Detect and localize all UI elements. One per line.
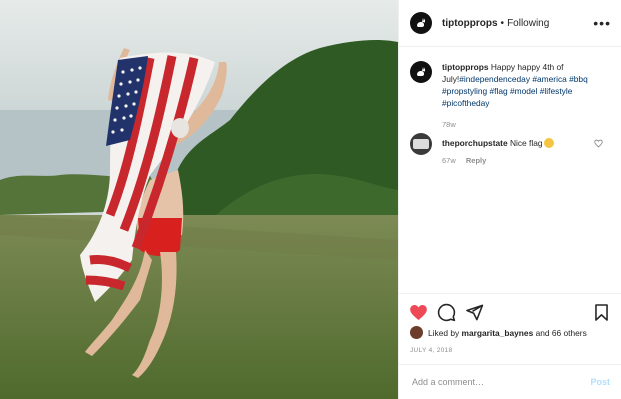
- add-comment-input[interactable]: [410, 376, 591, 388]
- save-button[interactable]: [592, 303, 611, 322]
- likes-others[interactable]: and 66 others: [536, 328, 587, 338]
- likes-prefix: Liked by: [428, 327, 460, 338]
- follow-status[interactable]: Following: [507, 18, 549, 29]
- photo-illustration: [0, 0, 398, 399]
- header-separator: •: [500, 17, 505, 29]
- comments-section: tiptopprops Happy happy 4th of July!#ind…: [399, 47, 621, 293]
- comment-item: theporchupstate Nice flag: [410, 133, 615, 155]
- comment-icon: [437, 303, 456, 321]
- paper-plane-icon: [466, 304, 484, 320]
- comment-text: Nice flag: [509, 138, 543, 148]
- post-date[interactable]: JULY 4, 2018: [410, 347, 452, 354]
- caption-avatar[interactable]: [410, 61, 432, 83]
- post-header: tiptopprops • Following •••: [399, 0, 621, 47]
- likes-summary: Liked by margarita_baynes and 66 others: [410, 326, 587, 339]
- caption: tiptopprops Happy happy 4th of July!#ind…: [410, 61, 610, 109]
- liker-username[interactable]: margarita_baynes: [462, 328, 534, 338]
- comment-timestamp[interactable]: 67w: [442, 156, 456, 165]
- post-comment-button[interactable]: Post: [590, 377, 610, 387]
- action-bar: [399, 294, 621, 330]
- reply-button[interactable]: Reply: [466, 156, 486, 165]
- bookmark-icon: [595, 303, 608, 321]
- rabbit-logo-icon: [417, 67, 425, 76]
- comment-text-block: theporchupstate Nice flag: [442, 137, 554, 155]
- caption-username[interactable]: tiptopprops: [442, 62, 489, 72]
- rabbit-logo-icon: [417, 18, 425, 27]
- commenter-avatar[interactable]: [410, 133, 432, 155]
- post-photo[interactable]: [0, 0, 398, 399]
- add-comment-bar: Post: [399, 364, 621, 399]
- caption-hashtags[interactable]: #independenceday #america #bbq #propstyl…: [442, 74, 588, 108]
- profile-avatar[interactable]: [410, 12, 432, 34]
- share-button[interactable]: [465, 303, 484, 322]
- like-button[interactable]: [409, 303, 428, 322]
- liker-avatar[interactable]: [410, 326, 423, 339]
- post-actions-area: Liked by margarita_baynes and 66 others …: [399, 293, 621, 354]
- comment-username[interactable]: theporchupstate: [442, 138, 508, 148]
- more-options-icon[interactable]: •••: [593, 16, 611, 30]
- heart-filled-icon: [410, 304, 427, 320]
- comment-button[interactable]: [437, 303, 456, 322]
- comment-meta: 67w Reply: [442, 156, 494, 165]
- laughing-emoji-icon: [543, 138, 554, 148]
- post-sidebar: tiptopprops • Following ••• tiptopprops …: [398, 0, 621, 399]
- comment-like-icon[interactable]: [594, 139, 603, 148]
- instagram-post: tiptopprops • Following ••• tiptopprops …: [0, 0, 621, 399]
- header-username[interactable]: tiptopprops: [442, 18, 498, 29]
- caption-timestamp[interactable]: 78w: [442, 120, 456, 129]
- caption-text-block: tiptopprops Happy happy 4th of July!#ind…: [442, 61, 610, 109]
